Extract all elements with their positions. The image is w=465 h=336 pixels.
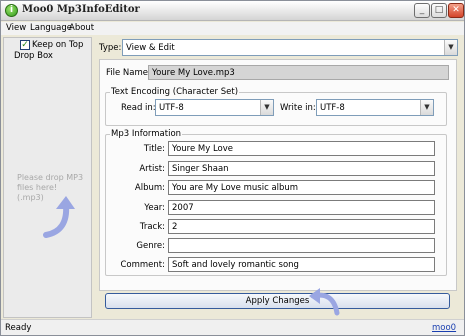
title-field[interactable]: Youre My Love xyxy=(168,141,435,156)
write-in-label: Write in: xyxy=(280,103,316,113)
comment-value: Soft and lovely romantic song xyxy=(172,260,299,270)
curved-arrow-icon xyxy=(309,288,340,316)
chevron-down-icon[interactable]: ▼ xyxy=(444,40,457,55)
keep-on-top-checkbox[interactable]: ✓ xyxy=(20,40,30,50)
track-label: Track: xyxy=(139,222,165,232)
chevron-down-icon[interactable]: ▼ xyxy=(260,100,273,115)
drop-box-label: Drop Box xyxy=(14,51,53,61)
type-label: Type: xyxy=(99,43,122,53)
menu-view[interactable]: View xyxy=(6,23,26,33)
app-window: i Moo0 Mp3InfoEditor _ □ ✕ View Language… xyxy=(0,0,465,336)
mp3-information-title: Mp3 Information xyxy=(110,129,183,139)
read-in-select[interactable]: UTF-8 ▼ xyxy=(155,99,274,116)
curved-arrow-icon xyxy=(43,196,75,238)
title-label: Title: xyxy=(143,144,165,154)
artist-label: Artist: xyxy=(139,164,165,174)
file-name-label: File Name: xyxy=(106,68,151,78)
drop-hint-line: files here! xyxy=(17,183,58,192)
album-field[interactable]: You are My Love music album xyxy=(168,180,435,195)
genre-label: Genre: xyxy=(136,241,165,251)
status-bar: Ready moo0 xyxy=(1,319,464,335)
album-value: You are My Love music album xyxy=(172,183,299,193)
track-value: 2 xyxy=(172,222,178,232)
status-text: Ready xyxy=(5,323,32,333)
maximize-button[interactable]: □ xyxy=(431,3,447,18)
year-field[interactable]: 2007 xyxy=(168,200,435,215)
close-button[interactable]: ✕ xyxy=(448,3,464,18)
title-bar[interactable]: i Moo0 Mp3InfoEditor _ □ ✕ xyxy=(1,1,464,21)
read-in-value: UTF-8 xyxy=(159,103,184,113)
app-icon: i xyxy=(5,4,18,17)
title-value: Youre My Love xyxy=(172,144,234,154)
chevron-down-icon[interactable]: ▼ xyxy=(420,100,433,115)
menu-about[interactable]: About xyxy=(69,23,94,33)
moo0-link[interactable]: moo0 xyxy=(432,323,456,333)
file-name-value: Youre My Love.mp3 xyxy=(152,68,235,78)
menu-bar: View Language About xyxy=(1,22,464,35)
read-in-label: Read in: xyxy=(121,103,156,113)
drop-box-panel[interactable]: ✓ Keep on Top Drop Box Please drop MP3 f… xyxy=(3,37,92,318)
comment-field[interactable]: Soft and lovely romantic song xyxy=(168,257,435,272)
minimize-button[interactable]: _ xyxy=(414,3,430,18)
write-in-value: UTF-8 xyxy=(320,103,345,113)
comment-label: Comment: xyxy=(120,260,165,270)
album-label: Album: xyxy=(134,183,165,193)
write-in-select[interactable]: UTF-8 ▼ xyxy=(316,99,434,116)
window-title: Moo0 Mp3InfoEditor xyxy=(22,4,140,15)
type-select-value: View & Edit xyxy=(126,43,175,53)
menu-language[interactable]: Language xyxy=(30,23,72,33)
apply-changes-button[interactable]: Apply Changes xyxy=(105,293,450,309)
type-select[interactable]: View & Edit ▼ xyxy=(122,39,458,56)
track-field[interactable]: 2 xyxy=(168,219,435,234)
year-value: 2007 xyxy=(172,203,194,213)
drop-hint-line: Please drop MP3 xyxy=(17,173,84,182)
file-name-field: Youre My Love.mp3 xyxy=(148,65,449,80)
genre-field[interactable] xyxy=(168,238,435,253)
text-encoding-title: Text Encoding (Character Set) xyxy=(110,87,240,97)
artist-value: Singer Shaan xyxy=(172,164,229,174)
keep-on-top-label: Keep on Top xyxy=(32,40,84,50)
artist-field[interactable]: Singer Shaan xyxy=(168,161,435,176)
year-label: Year: xyxy=(144,203,165,213)
